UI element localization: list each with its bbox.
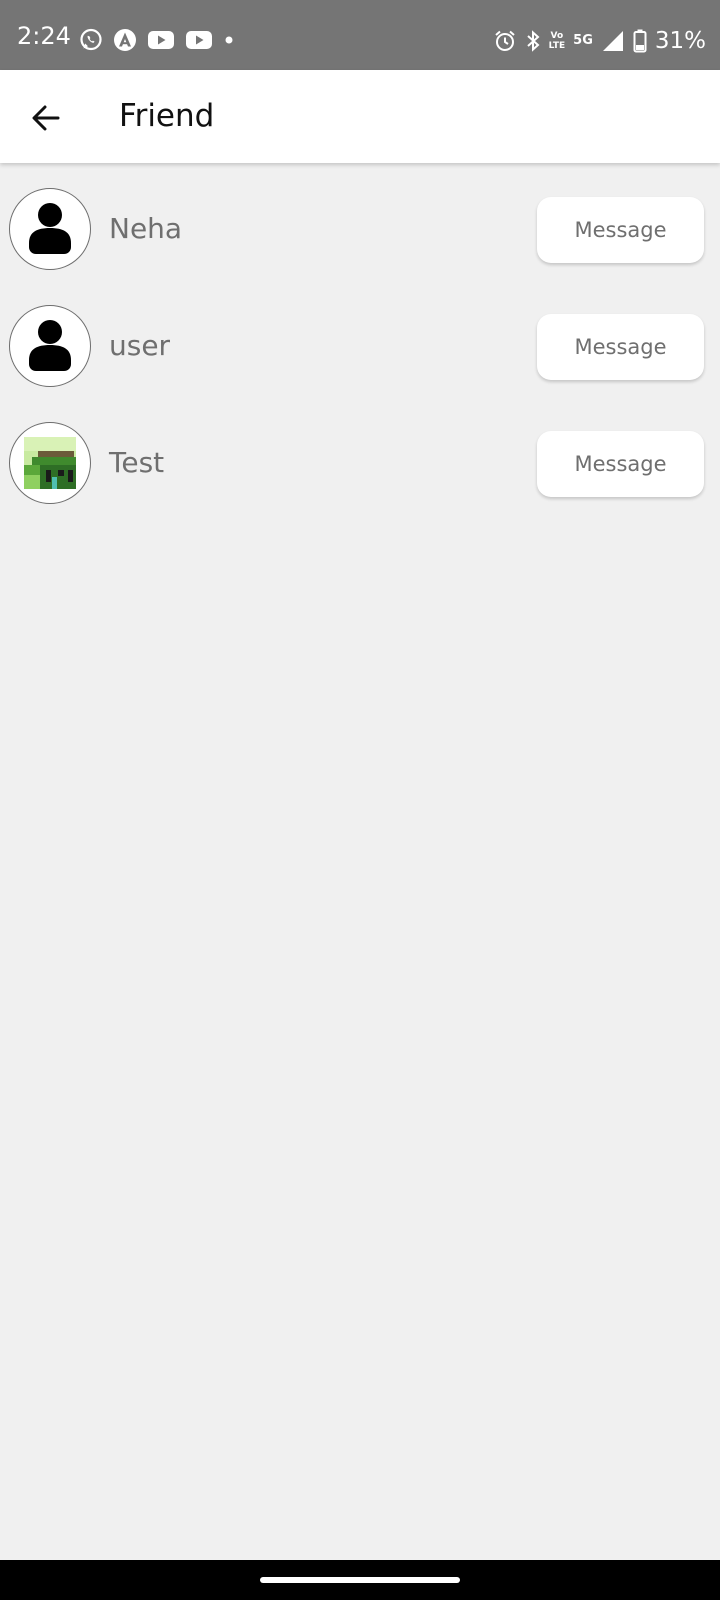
friend-name[interactable]: Neha [109,211,182,247]
notification-icons [79,27,245,53]
battery-icon [633,29,647,53]
lte-label: LTE [548,41,566,51]
dot-icon [223,34,235,46]
friend-name[interactable]: Test [109,445,164,481]
bluetooth-icon [525,29,541,53]
friend-row: user Message [0,280,720,397]
vo-label: Vo [550,31,564,41]
whatsapp-icon [79,28,103,52]
page-title: Friend [119,98,215,134]
arc-app-icon [113,28,137,52]
message-button[interactable]: Message [537,197,704,263]
default-person-icon [29,320,71,371]
friend-list: Neha Message user Message Test Message [0,163,720,514]
friend-name[interactable]: user [109,328,170,364]
message-button[interactable]: Message [537,431,704,497]
home-indicator[interactable] [260,1577,460,1583]
volte-icon: Vo LTE [549,31,566,51]
friend-row: Neha Message [0,163,720,280]
navigation-bar [0,1560,720,1600]
system-icons: Vo LTE 5G 31% [485,26,706,56]
avatar[interactable] [9,305,91,387]
youtube-icon [185,29,213,51]
battery-percent: 31% [654,28,706,54]
photo-thumbnail [24,437,76,489]
status-time: 2:24 [17,22,71,50]
5g-icon: 5G [573,33,593,48]
status-bar: 2:24 Vo LTE 5G 31% [0,0,720,70]
friend-row: Test Message [0,397,720,514]
app-bar: Friend [0,70,720,163]
default-person-icon [29,203,71,254]
network-label: 5G [573,33,593,48]
avatar[interactable] [9,422,91,504]
message-button[interactable]: Message [537,314,704,380]
signal-icon [601,29,625,53]
back-button[interactable] [22,94,70,142]
alarm-icon [493,29,517,53]
youtube-icon [147,29,175,51]
arrow-left-icon [32,105,60,131]
avatar[interactable] [9,188,91,270]
